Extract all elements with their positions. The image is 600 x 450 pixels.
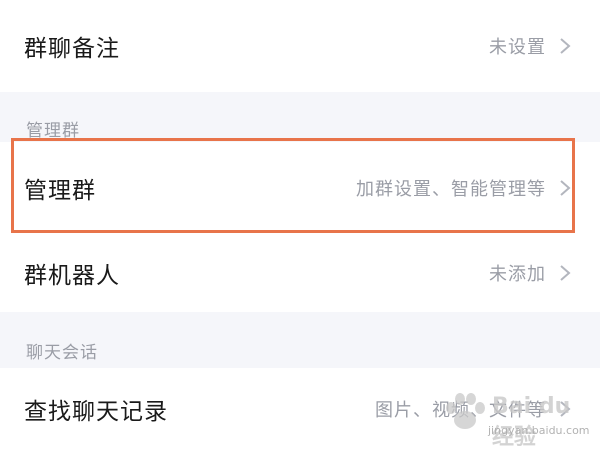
chevron-right-icon bbox=[560, 265, 571, 281]
group-remark-value: 未设置 bbox=[489, 37, 546, 58]
paw-logo-icon bbox=[446, 393, 485, 429]
manage-group-row[interactable]: 管理群 加群设置、智能管理等 bbox=[0, 142, 600, 234]
group-bot-row[interactable]: 群机器人 未添加 bbox=[0, 234, 600, 312]
group-bot-value: 未添加 bbox=[489, 264, 546, 285]
section-label-chat: 聊天会话 bbox=[26, 343, 98, 363]
chevron-right-icon bbox=[560, 180, 571, 196]
section-label-manage: 管理群 bbox=[26, 121, 80, 141]
chevron-right-icon bbox=[560, 38, 571, 54]
group-remark-title: 群聊备注 bbox=[24, 36, 120, 62]
group-bot-title: 群机器人 bbox=[24, 263, 120, 289]
manage-group-title: 管理群 bbox=[24, 178, 96, 204]
search-chat-history-title: 查找聊天记录 bbox=[24, 399, 168, 425]
watermark-brand: Bai du 经验 bbox=[492, 394, 571, 450]
group-remark-row[interactable]: 群聊备注 未设置 bbox=[0, 0, 600, 92]
group-settings-page: 群聊备注 未设置 管理群 管理群 加群设置、智能管理等 群机器人 未添加 聊天会… bbox=[0, 0, 600, 450]
watermark-url: jingyan.baidu.com bbox=[488, 424, 590, 437]
manage-group-value: 加群设置、智能管理等 bbox=[356, 179, 546, 200]
baidu-watermark: Bai du 经验 jingyan.baidu.com bbox=[440, 384, 590, 450]
